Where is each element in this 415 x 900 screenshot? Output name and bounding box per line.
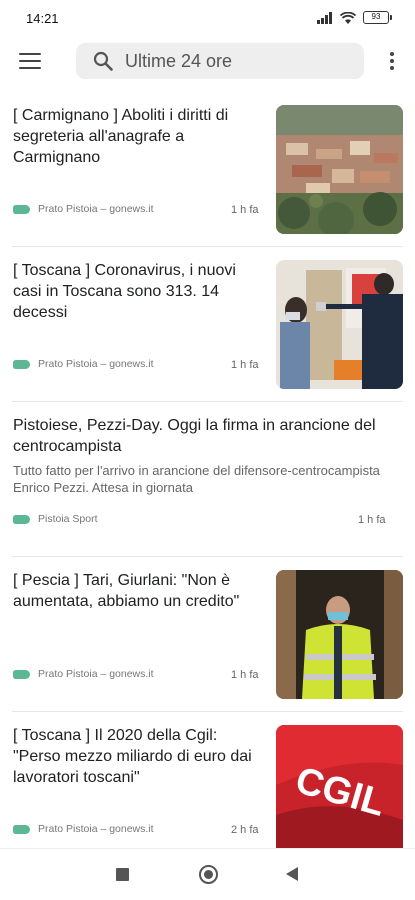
status-bar: 14:21 93 — [0, 0, 415, 36]
article-item[interactable]: [ Carmignano ] Aboliti i diritti di segr… — [0, 92, 415, 247]
search-text: Ultime 24 ore — [125, 50, 233, 71]
search-bar[interactable]: Ultime 24 ore — [76, 43, 364, 79]
battery-icon: 93 — [363, 11, 392, 24]
article-source: Prato Pistoia – gonews.it — [38, 358, 154, 370]
article-source: Pistoia Sport — [38, 513, 98, 525]
article-title: [ Toscana ] Il 2020 della Cgil: "Perso m… — [13, 727, 252, 786]
article-title: [ Pescia ] Tari, Giurlani: "Non è aument… — [13, 572, 240, 610]
tag-icon — [13, 669, 30, 679]
article-title: Pistoiese, Pezzi-Day. Oggi la firma in a… — [13, 417, 376, 455]
article-thumbnail[interactable]: CGIL — [276, 725, 403, 854]
article-time: 2 h fa — [231, 824, 259, 836]
article-source: Prato Pistoia – gonews.it — [38, 203, 154, 215]
menu-icon[interactable] — [18, 50, 42, 72]
tag-icon — [13, 204, 30, 214]
article-meta: Pistoia Sport — [13, 513, 98, 525]
article-time: 1 h fa — [231, 204, 259, 216]
article-title: [ Toscana ] Coronavirus, i nuovi casi in… — [13, 262, 236, 321]
back-button[interactable] — [286, 867, 298, 881]
app-bar: Ultime 24 ore — [0, 40, 415, 82]
tag-icon — [13, 514, 30, 524]
navigation-bar — [0, 848, 415, 900]
article-item[interactable]: [ Toscana ] Il 2020 della Cgil: "Perso m… — [0, 711, 415, 867]
article-title: [ Carmignano ] Aboliti i diritti di segr… — [13, 107, 229, 166]
status-time: 14:21 — [26, 11, 59, 26]
article-meta: Prato Pistoia – gonews.it — [13, 823, 154, 835]
news-feed: [ Carmignano ] Aboliti i diritti di segr… — [0, 92, 415, 867]
article-source: Prato Pistoia – gonews.it — [38, 823, 154, 835]
article-time: 1 h fa — [231, 669, 259, 681]
home-button[interactable] — [199, 865, 218, 884]
article-meta: Prato Pistoia – gonews.it — [13, 358, 154, 370]
search-icon — [93, 51, 113, 71]
article-meta: Prato Pistoia – gonews.it — [13, 668, 154, 680]
article-meta: Prato Pistoia – gonews.it — [13, 203, 154, 215]
article-time: 1 h fa — [231, 359, 259, 371]
more-options-icon[interactable] — [387, 50, 397, 72]
tag-icon — [13, 824, 30, 834]
wifi-icon — [340, 11, 356, 24]
article-item[interactable]: Pistoiese, Pezzi-Day. Oggi la firma in a… — [0, 401, 415, 557]
tag-icon — [13, 359, 30, 369]
article-thumbnail[interactable] — [276, 105, 403, 234]
article-item[interactable]: [ Toscana ] Coronavirus, i nuovi casi in… — [0, 246, 415, 402]
recent-apps-button[interactable] — [116, 868, 129, 881]
article-thumbnail[interactable] — [276, 570, 403, 699]
signal-icon — [317, 11, 332, 24]
article-time: 1 h fa — [358, 514, 386, 526]
article-excerpt: Tutto fatto per l'arrivo in arancione de… — [13, 463, 380, 495]
article-item[interactable]: [ Pescia ] Tari, Giurlani: "Non è aument… — [0, 556, 415, 712]
article-source: Prato Pistoia – gonews.it — [38, 668, 154, 680]
article-thumbnail[interactable] — [276, 260, 403, 389]
status-icons: 93 — [317, 11, 392, 24]
